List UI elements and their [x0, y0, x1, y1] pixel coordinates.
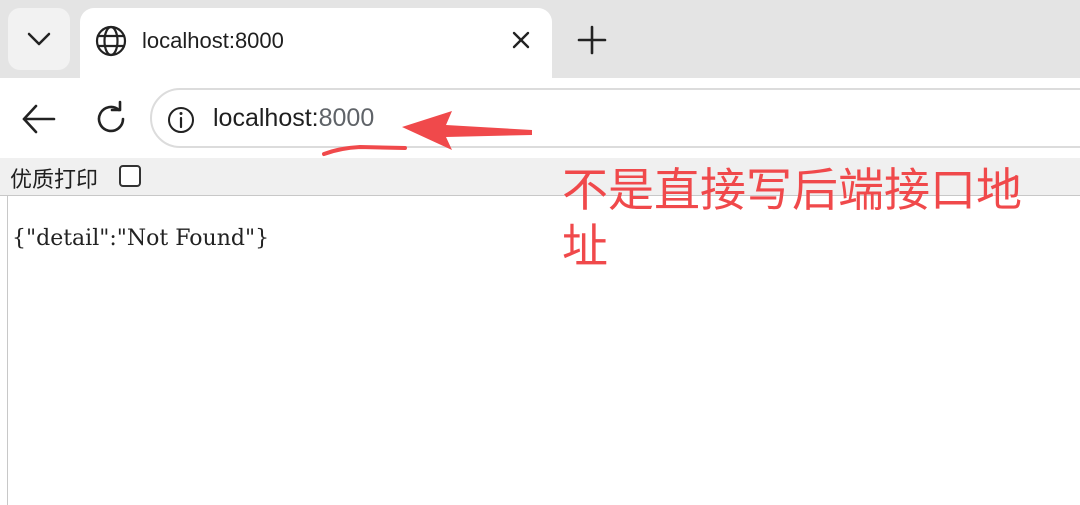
chevron-down-icon — [27, 32, 51, 46]
plus-icon — [577, 25, 607, 55]
url-port: 8000 — [318, 104, 375, 132]
annotation-text: 不是直接写后端接口地址 — [562, 163, 1022, 273]
quality-print-label: 优质打印 — [10, 168, 99, 193]
reload-icon[interactable] — [90, 98, 132, 140]
info-icon[interactable] — [166, 105, 196, 135]
new-tab-button[interactable] — [570, 20, 614, 60]
tab-strip: localhost:8000 — [0, 0, 1080, 78]
browser-toolbar: localhost:8000 — [0, 78, 1080, 158]
address-bar[interactable]: localhost:8000 — [150, 88, 1080, 148]
active-tab[interactable]: localhost:8000 — [80, 8, 552, 78]
close-tab-button[interactable] — [504, 23, 538, 57]
close-icon — [512, 31, 530, 49]
tab-title: localhost:8000 — [142, 28, 284, 53]
url-text[interactable]: localhost:8000 — [213, 104, 374, 133]
response-body: {"detail":"Not Found"} — [12, 226, 270, 251]
quality-print-checkbox[interactable] — [119, 165, 141, 187]
tab-search-button[interactable] — [8, 8, 70, 70]
globe-icon — [95, 25, 127, 57]
url-host: localhost: — [213, 104, 319, 132]
back-arrow-icon[interactable] — [18, 98, 60, 140]
